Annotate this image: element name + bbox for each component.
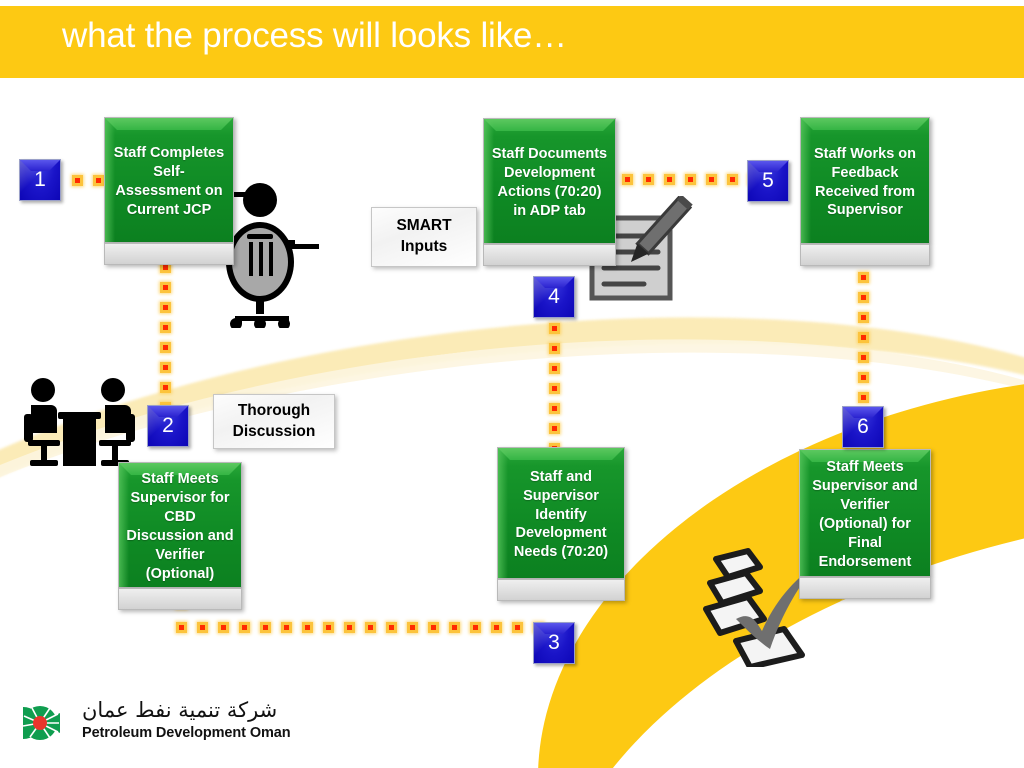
connector-dot	[197, 622, 208, 633]
connector-dot	[407, 622, 418, 633]
callout-label: Thorough Discussion	[232, 401, 316, 440]
connector-dot	[858, 332, 869, 343]
connector-box2-to-num3	[176, 622, 554, 633]
callout-label: SMART Inputs	[396, 217, 452, 255]
connector-num4-to-box3	[549, 323, 560, 463]
process-box-base	[118, 588, 242, 610]
process-box-face: Staff Completes Self-Assessment on Curre…	[104, 117, 234, 243]
connector-dot	[858, 312, 869, 323]
step-number-label: 2	[162, 414, 174, 437]
connector-dot	[428, 622, 439, 633]
step-number-label: 6	[857, 415, 869, 438]
connector-dot	[470, 622, 481, 633]
pdo-logo: شركة تنمية نفط عمان Petroleum Developmen…	[20, 698, 291, 752]
process-box-label: Staff Meets Supervisor and Verifier (Opt…	[812, 459, 918, 570]
meeting-people-icon	[16, 374, 142, 470]
process-box-face: Staff Documents Development Actions (70:…	[483, 118, 616, 244]
connector-dot	[858, 352, 869, 363]
process-box-face: Staff Meets Supervisor for CBD Discussio…	[118, 462, 242, 588]
process-box-base	[800, 244, 930, 266]
connector-dot	[93, 175, 104, 186]
process-box-label: Staff Works on Feedback Received from Su…	[813, 145, 917, 219]
connector-dot	[549, 423, 560, 434]
connector-dot	[323, 622, 334, 633]
process-box-label: Staff Meets Supervisor for CBD Discussio…	[126, 471, 234, 582]
connector-dot	[160, 382, 171, 393]
process-box-label: Staff and Supervisor Identify Developmen…	[513, 468, 609, 561]
step-number-4[interactable]: 4	[533, 276, 575, 318]
process-box-5[interactable]: Staff Works on Feedback Received from Su…	[800, 117, 930, 266]
connector-dot	[549, 343, 560, 354]
process-box-base	[497, 579, 625, 601]
connector-dot	[706, 174, 717, 185]
process-box-face: Staff Meets Supervisor and Verifier (Opt…	[799, 449, 931, 577]
connector-dot	[512, 622, 523, 633]
step-number-6[interactable]: 6	[842, 406, 884, 448]
connector-dot	[365, 622, 376, 633]
pdo-logo-latin-text: Petroleum Development Oman	[82, 725, 291, 741]
callout-smart-inputs[interactable]: SMART Inputs	[371, 207, 477, 267]
connector-dot	[386, 622, 397, 633]
connector-dot	[160, 282, 171, 293]
callout-thorough-discussion[interactable]: Thorough Discussion	[213, 394, 335, 449]
step-number-label: 3	[548, 631, 560, 654]
background-decoration	[0, 0, 1024, 768]
connector-dot	[549, 403, 560, 414]
connector-dot	[281, 622, 292, 633]
connector-dot	[549, 323, 560, 334]
connector-dot	[858, 292, 869, 303]
process-box-1[interactable]: Staff Completes Self-Assessment on Curre…	[104, 117, 234, 265]
process-box-face: Staff Works on Feedback Received from Su…	[800, 117, 930, 244]
process-box-base	[483, 244, 616, 266]
connector-dot	[72, 175, 83, 186]
step-number-1[interactable]: 1	[19, 159, 61, 201]
connector-dot	[239, 622, 250, 633]
process-box-label: Staff Documents Development Actions (70:…	[491, 146, 608, 219]
page-title: what the process will looks like…	[62, 16, 567, 55]
connector-dot	[160, 342, 171, 353]
pdo-logo-mark-icon	[20, 704, 64, 742]
connector-dot	[449, 622, 460, 633]
connector-dot	[491, 622, 502, 633]
connector-dot	[160, 322, 171, 333]
connector-dot	[643, 174, 654, 185]
connector-dot	[858, 372, 869, 383]
connector-dot	[302, 622, 313, 633]
connector-box1-to-num2	[160, 262, 171, 422]
process-box-6[interactable]: Staff Meets Supervisor and Verifier (Opt…	[799, 449, 931, 599]
process-box-face: Staff and Supervisor Identify Developmen…	[497, 447, 625, 579]
step-number-5[interactable]: 5	[747, 160, 789, 202]
connector-dot	[160, 362, 171, 373]
step-number-label: 1	[34, 168, 46, 191]
step-number-3[interactable]: 3	[533, 622, 575, 664]
connector-dot	[260, 622, 271, 633]
step-number-label: 5	[762, 169, 774, 192]
process-box-base	[104, 243, 234, 265]
connector-dot	[218, 622, 229, 633]
connector-dot	[858, 272, 869, 283]
connector-dot	[858, 392, 869, 403]
process-box-2[interactable]: Staff Meets Supervisor for CBD Discussio…	[118, 462, 242, 610]
connector-dot	[622, 174, 633, 185]
connector-dot	[176, 622, 187, 633]
slide-canvas: what the process will looks like… Staff …	[0, 0, 1024, 768]
step-number-label: 4	[548, 285, 560, 308]
process-box-4[interactable]: Staff Documents Development Actions (70:…	[483, 118, 616, 266]
process-box-label: Staff Completes Self-Assessment on Curre…	[113, 145, 225, 218]
connector-dot	[685, 174, 696, 185]
connector-dot	[344, 622, 355, 633]
step-number-2[interactable]: 2	[147, 405, 189, 447]
connector-dot	[549, 383, 560, 394]
process-box-base	[799, 577, 931, 599]
connector-dot	[664, 174, 675, 185]
process-box-3[interactable]: Staff and Supervisor Identify Developmen…	[497, 447, 625, 601]
connector-dot	[160, 302, 171, 313]
connector-dot	[549, 363, 560, 374]
connector-dot	[727, 174, 738, 185]
pdo-logo-arabic-text: شركة تنمية نفط عمان	[82, 698, 278, 722]
